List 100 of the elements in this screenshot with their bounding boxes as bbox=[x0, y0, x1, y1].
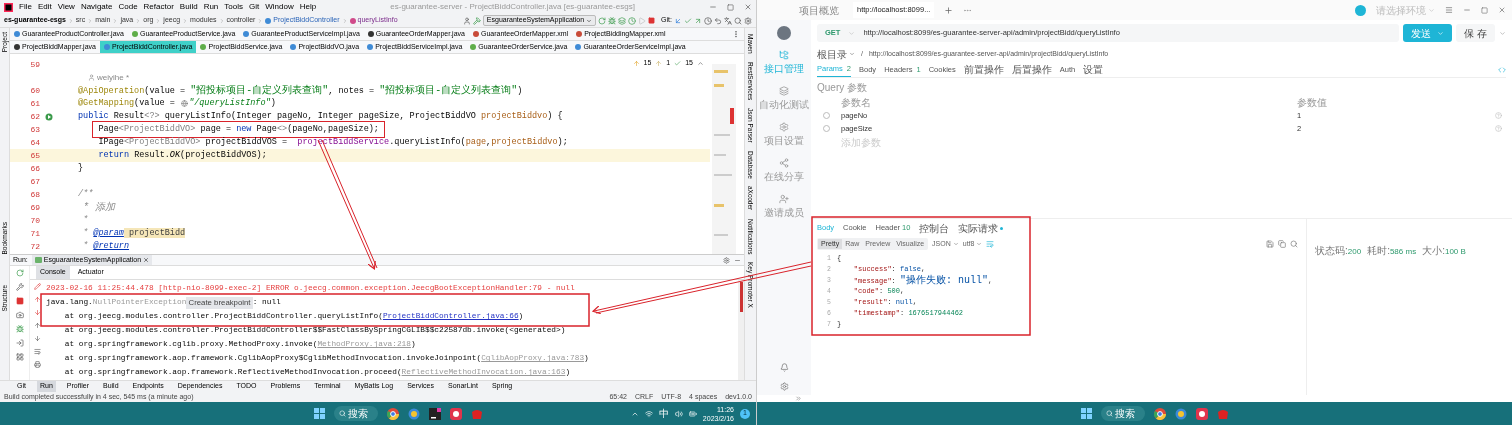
menu-item[interactable]: View bbox=[57, 1, 75, 13]
menu-item[interactable]: File bbox=[19, 1, 32, 13]
input-method[interactable]: 中 bbox=[658, 406, 669, 421]
hammer-icon[interactable] bbox=[472, 16, 481, 25]
minimize-icon[interactable] bbox=[709, 3, 717, 11]
search-field[interactable]: 搜索 bbox=[1100, 406, 1145, 421]
expand-icon[interactable] bbox=[795, 395, 802, 402]
debug-icon[interactable] bbox=[15, 325, 24, 333]
menu-item[interactable]: Refactor bbox=[143, 1, 174, 13]
save-button[interactable]: 保 存 bbox=[1456, 24, 1495, 42]
search-icon[interactable] bbox=[1290, 240, 1298, 248]
history-icon[interactable] bbox=[704, 16, 712, 25]
close-icon[interactable] bbox=[744, 3, 752, 11]
up-arrow-icon[interactable] bbox=[33, 322, 41, 329]
ide-icon[interactable] bbox=[428, 407, 441, 420]
request-tab[interactable]: 项目概览 bbox=[795, 2, 843, 18]
camera-icon[interactable] bbox=[15, 311, 24, 319]
minimize-icon[interactable] bbox=[1463, 6, 1471, 14]
copy-icon[interactable] bbox=[1278, 240, 1286, 248]
menu-item[interactable]: Run bbox=[203, 1, 219, 13]
app-icon[interactable] bbox=[407, 407, 420, 420]
run-icon[interactable] bbox=[45, 112, 53, 121]
close-icon[interactable] bbox=[1498, 6, 1506, 14]
code-line: * @return bbox=[83, 240, 130, 253]
menu-item[interactable]: Git bbox=[249, 1, 260, 13]
down-arrow-icon[interactable] bbox=[33, 335, 41, 342]
response-tab[interactable]: 实际请求 bbox=[958, 220, 999, 236]
battery-icon[interactable] bbox=[688, 409, 697, 418]
code-line: } bbox=[78, 162, 84, 175]
wifi-icon[interactable] bbox=[644, 409, 653, 418]
file-type-icon bbox=[290, 44, 297, 50]
update-icon[interactable] bbox=[674, 16, 682, 25]
save-icon[interactable] bbox=[1266, 240, 1274, 248]
close-icon[interactable] bbox=[143, 257, 150, 263]
menu-item[interactable]: Help bbox=[299, 1, 317, 13]
more-icon[interactable] bbox=[732, 30, 740, 38]
caret-icon bbox=[952, 241, 959, 247]
up-arrow-icon[interactable] bbox=[33, 296, 41, 303]
column-header: 参数值 bbox=[1297, 95, 1327, 110]
search-icon[interactable] bbox=[734, 16, 742, 25]
bell-icon[interactable] bbox=[779, 363, 789, 372]
file-type-icon bbox=[103, 44, 110, 50]
menu-item[interactable]: Tools bbox=[224, 1, 243, 13]
app-icon[interactable] bbox=[1195, 407, 1208, 420]
chevron-icon bbox=[67, 17, 74, 24]
menu-item[interactable]: Navigate bbox=[80, 1, 113, 13]
settings-icon[interactable] bbox=[744, 16, 752, 25]
chevron-icon[interactable] bbox=[1499, 29, 1506, 37]
menu-icon[interactable] bbox=[1445, 6, 1453, 14]
push-icon[interactable] bbox=[694, 16, 702, 25]
wrap-icon[interactable] bbox=[33, 348, 41, 355]
method-icon bbox=[349, 17, 356, 24]
line-number: 59 bbox=[29, 58, 40, 71]
search-icon bbox=[338, 410, 346, 417]
commit-icon[interactable] bbox=[684, 16, 692, 25]
wrench-icon[interactable] bbox=[15, 283, 24, 291]
start-icon[interactable] bbox=[1080, 408, 1092, 419]
browser-icon[interactable] bbox=[386, 407, 399, 420]
avatar[interactable] bbox=[777, 26, 791, 40]
app-icon[interactable] bbox=[449, 407, 462, 420]
rollback-icon[interactable] bbox=[714, 16, 722, 25]
rerun-icon[interactable] bbox=[15, 269, 24, 277]
wrap-icon[interactable] bbox=[986, 240, 995, 248]
settings-icon[interactable] bbox=[723, 256, 730, 264]
translate-icon[interactable] bbox=[724, 16, 732, 25]
pencil-icon[interactable] bbox=[33, 283, 41, 290]
debug-icon[interactable] bbox=[608, 16, 617, 25]
print-icon[interactable] bbox=[33, 361, 41, 368]
down-arrow-icon[interactable] bbox=[33, 309, 41, 316]
params-tab[interactable]: 后置操作 bbox=[1011, 62, 1052, 77]
menu-item[interactable]: Code bbox=[118, 1, 138, 13]
search-field[interactable]: 搜索 bbox=[333, 406, 378, 421]
maximize-icon[interactable] bbox=[1481, 6, 1488, 14]
response-stat: 耗时:586 ms bbox=[1367, 244, 1417, 258]
stop-icon[interactable] bbox=[15, 297, 24, 305]
start-icon[interactable] bbox=[313, 408, 325, 419]
menu-item[interactable]: Window bbox=[265, 1, 294, 13]
layout-icon[interactable] bbox=[15, 353, 24, 361]
app-icon bbox=[34, 257, 42, 263]
add-tab-icon[interactable] bbox=[944, 5, 954, 15]
browser-icon[interactable] bbox=[1153, 407, 1166, 420]
user-icon[interactable] bbox=[462, 16, 471, 25]
params-tab[interactable]: 前置操作 bbox=[963, 62, 1004, 77]
app-icon[interactable] bbox=[1174, 407, 1187, 420]
response-tab[interactable]: 控制台 bbox=[919, 220, 950, 236]
code-icon[interactable] bbox=[1498, 65, 1506, 74]
stop-icon[interactable] bbox=[648, 17, 656, 24]
exit-icon[interactable] bbox=[15, 339, 24, 347]
rerun-icon[interactable] bbox=[598, 16, 607, 25]
menu-item[interactable]: Edit bbox=[37, 1, 52, 13]
folder-select[interactable]: 根目录 bbox=[817, 46, 855, 62]
settings-icon[interactable] bbox=[779, 382, 789, 391]
params-tab[interactable]: 设置 bbox=[1083, 62, 1104, 77]
chevron-icon bbox=[341, 17, 348, 24]
speaker-icon[interactable] bbox=[674, 409, 683, 418]
code-line: @ApiOperation(value = "招投标项目-自定义列表查询", notes = "招投标项目-自定义列表查询") bbox=[78, 83, 523, 98]
file-type-icon bbox=[14, 31, 20, 37]
maximize-icon[interactable] bbox=[727, 3, 734, 11]
menu-item[interactable]: Build bbox=[179, 1, 198, 13]
chevron-icon[interactable] bbox=[697, 59, 704, 67]
